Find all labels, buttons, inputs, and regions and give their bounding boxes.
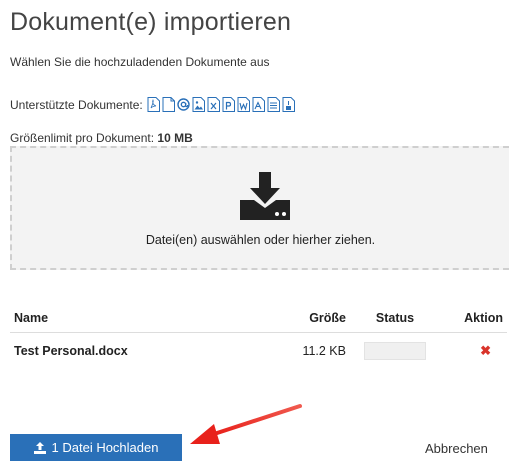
pdf-file-icon <box>147 97 160 112</box>
red-arrow-annotation <box>190 404 302 444</box>
email-icon <box>177 98 190 111</box>
table-header-row: Name Größe Status Aktion <box>10 304 507 333</box>
acrobat-file-icon <box>252 97 265 112</box>
word-file-icon <box>237 97 250 112</box>
excel-file-icon <box>207 97 220 112</box>
download-tray-icon <box>240 172 290 220</box>
cancel-link[interactable]: Abbrechen <box>425 441 488 456</box>
file-dropzone[interactable]: Datei(en) auswählen oder hierher ziehen. <box>10 146 509 270</box>
remove-x-icon[interactable]: ✖ <box>480 343 491 359</box>
image-file-icon <box>192 97 205 112</box>
size-limit-label: Größenlimit pro Dokument: <box>10 131 155 145</box>
size-limit: Größenlimit pro Dokument: 10 MB <box>10 131 193 145</box>
files-table: Name Größe Status Aktion Test Personal.d… <box>10 304 507 370</box>
file-type-icons <box>147 97 295 112</box>
file-status <box>350 332 440 370</box>
blank-file-icon <box>162 97 175 112</box>
supported-documents-label: Unterstützte Dokumente: <box>10 97 143 112</box>
header-name: Name <box>10 304 260 333</box>
powerpoint-file-icon <box>222 97 235 112</box>
page-title: Dokument(e) importieren <box>10 8 292 36</box>
dropzone-text[interactable]: Datei(en) auswählen oder hierher ziehen. <box>12 233 509 247</box>
file-action: ✖ <box>440 332 507 370</box>
upload-icon <box>33 441 46 454</box>
upload-button[interactable]: 1 Datei Hochladen <box>10 434 182 461</box>
file-name: Test Personal.docx <box>14 344 128 359</box>
page-subtitle: Wählen Sie die hochzuladenden Dokumente … <box>10 55 270 69</box>
text-file-icon <box>267 97 280 112</box>
header-status: Status <box>350 304 440 333</box>
odt-file-icon <box>282 97 295 112</box>
header-size: Größe <box>260 304 350 333</box>
supported-documents: Unterstützte Dokumente: <box>10 97 295 112</box>
upload-button-label: 1 Datei Hochladen <box>51 440 159 455</box>
header-action: Aktion <box>440 304 507 333</box>
file-size: 11.2 KB <box>302 344 346 359</box>
table-row: Test Personal.docx 11.2 KB ✖ <box>10 332 507 370</box>
size-limit-value: 10 MB <box>157 131 193 145</box>
status-progress-box <box>364 342 426 361</box>
